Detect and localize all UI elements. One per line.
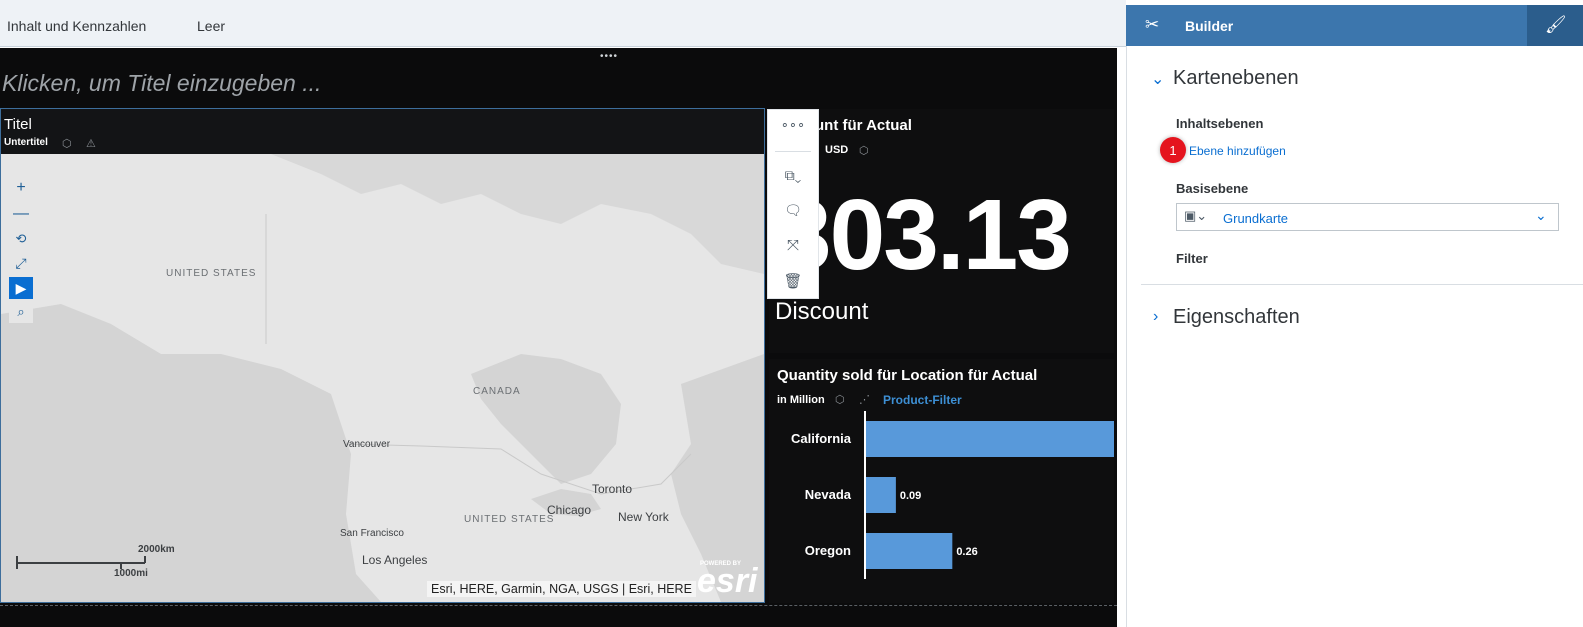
category-label: Nevada [805, 487, 852, 502]
fullscreen-icon[interactable]: ⤢ [9, 252, 33, 274]
builder-title: Builder [1185, 18, 1234, 34]
bar-california[interactable] [866, 421, 1114, 457]
kpi-subtitle: USD [825, 144, 849, 156]
resize-grip-icon[interactable]: •••• [600, 51, 618, 62]
tab-inhalt-und-kennzahlen[interactable]: Inhalt und Kennzahlen [7, 18, 146, 34]
section-kartenebenen[interactable]: Kartenebenen [1173, 67, 1299, 90]
select-pointer-button[interactable]: ▶ [9, 277, 33, 299]
city-label: Chicago [547, 503, 592, 517]
zoom-out-button[interactable]: — [9, 203, 33, 225]
tab-leer[interactable]: Leer [197, 18, 225, 34]
esri-logo: esri [697, 562, 758, 600]
city-label: Toronto [592, 482, 633, 496]
reset-view-icon[interactable]: ⟲ [9, 228, 33, 250]
chevron-down-icon[interactable]: ⌄ [1535, 207, 1547, 224]
data-label: 0.09 [900, 490, 921, 502]
map-subtitle[interactable]: Untertitel [4, 137, 48, 148]
expand-icon[interactable]: ⤧ [767, 237, 819, 254]
page-tab-bar [0, 0, 1126, 47]
map-label-canada: CANADA [473, 386, 521, 397]
basemap-value: Grundkarte [1223, 211, 1289, 226]
bar-chart-plot: California Nevada 0.09 Oregon 0.26 [791, 411, 1114, 579]
model-icon: ⬡ [859, 145, 869, 157]
kpi-title: unt für Actual [815, 117, 912, 134]
kpi-value: 303.13 [776, 179, 1072, 291]
paintbrush-icon[interactable]: 🖌 [1545, 15, 1567, 35]
tools-icon: ✂ [1145, 15, 1160, 34]
chevron-right-icon[interactable]: › [1153, 308, 1158, 326]
city-label: Vancouver [343, 439, 391, 450]
content-layers-label: Inhaltsebenen [1176, 116, 1264, 131]
bar-nevada[interactable] [866, 477, 896, 513]
scale-mi: 1000mi [114, 568, 148, 579]
section-eigenschaften[interactable]: Eigenschaften [1173, 306, 1300, 329]
map-view[interactable]: UNITED STATES CANADA UNITED STATES Vanco… [1, 154, 764, 602]
toolbar-divider [775, 151, 811, 152]
category-label: California [791, 431, 852, 446]
chevron-down-icon[interactable]: ⌄ [1151, 69, 1164, 89]
warning-icon: ⚠ [86, 138, 96, 150]
chart-title: Quantity sold für Location für Actual [777, 367, 1038, 384]
more-options-icon[interactable]: ∘∘∘ [767, 117, 819, 133]
section-divider [1141, 284, 1583, 285]
basemap-label: Basisebene [1176, 181, 1249, 196]
bar-oregon[interactable] [866, 533, 953, 569]
lasso-select-icon[interactable]: ⌕ [9, 301, 33, 323]
category-label: Oregon [805, 543, 851, 558]
add-layer-link[interactable]: Ebene hinzufügen [1189, 144, 1286, 158]
map-title[interactable]: Titel [4, 116, 32, 133]
map-label-us-south: UNITED STATES [464, 514, 555, 525]
delete-icon[interactable]: 🗑 [767, 272, 819, 290]
widget-context-toolbar-front: ∘∘∘ ⧉⌄ 🗨 ⤧ 🗑 [767, 109, 819, 299]
city-label: New York [618, 510, 669, 524]
filter-label: Filter [1176, 251, 1208, 266]
basemap-icon: ▣⌄ [1184, 208, 1208, 223]
copy-icon[interactable]: ⧉⌄ [767, 167, 819, 184]
add-comment-icon[interactable]: 🗨 [767, 202, 819, 219]
zoom-in-button[interactable]: + [9, 177, 33, 199]
city-label: Los Angeles [362, 553, 428, 567]
map-label-us-north: UNITED STATES [166, 268, 257, 279]
kpi-label: Discount [775, 298, 869, 325]
model-icon: ⬡ [62, 138, 72, 150]
canvas-bottom-guide [0, 605, 1117, 606]
data-label: 0.26 [956, 546, 977, 558]
builder-panel [1126, 46, 1583, 627]
step-badge: 1 [1160, 137, 1186, 163]
city-label: San Francisco [340, 528, 404, 539]
map-attribution: Esri, HERE, Garmin, NGA, USGS | Esri, HE… [427, 581, 696, 597]
page-title-input[interactable]: Klicken, um Titel einzugeben ... [2, 70, 321, 97]
